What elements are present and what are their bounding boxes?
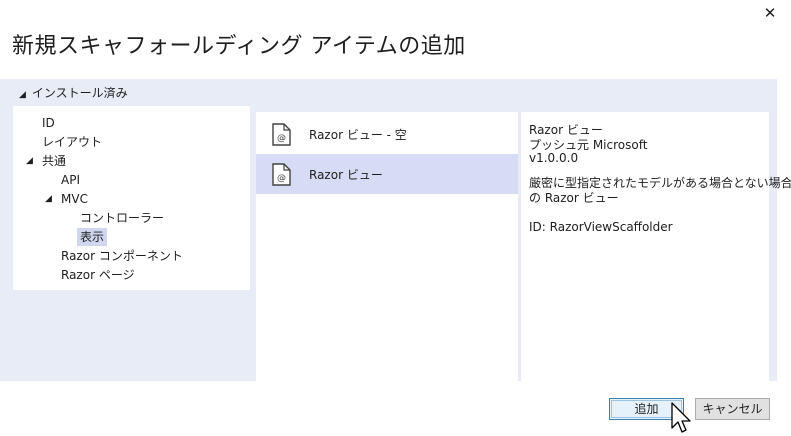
tree-item-label: ID (42, 116, 55, 130)
template-label: Razor ビュー - 空 (309, 128, 407, 142)
dialog-title: 新規スキャフォールディング アイテムの追加 (12, 34, 466, 59)
detail-version: v1.0.0.0 (529, 151, 579, 165)
tree-item-common[interactable]: ◢ 共通 (26, 152, 69, 170)
mouse-cursor-icon (671, 402, 691, 433)
template-label: Razor ビュー (309, 168, 383, 182)
tree-item-label: Razor コンポーネント (61, 249, 183, 263)
tree-item-label: コントローラー (80, 211, 165, 225)
vertical-scrollbar[interactable] (777, 79, 791, 381)
tree-item-label: MVC (61, 192, 88, 206)
tree-item-api[interactable]: API (58, 171, 83, 189)
collapse-triangle-icon: ◢ (19, 90, 26, 100)
tree-item-label: Razor ページ (61, 268, 135, 282)
razor-file-icon: @ (272, 163, 291, 186)
detail-id: ID: RazorViewScaffolder (529, 220, 673, 234)
tree-item-razor-pages[interactable]: Razor ページ (58, 266, 138, 284)
template-item-razor-view-empty[interactable]: @ Razor ビュー - 空 (256, 114, 518, 154)
add-scaffold-dialog: ✕ 新規スキャフォールディング アイテムの追加 ◢ インストール済み ID レイア… (0, 0, 791, 436)
tree-item-id[interactable]: ID (39, 114, 58, 132)
tree-item-mvc[interactable]: ◢ MVC (45, 190, 91, 208)
category-tree: ID レイアウト ◢ 共通 API ◢ MVC コントローラー 表示 Razor… (13, 106, 250, 290)
template-item-razor-view[interactable]: @ Razor ビュー (256, 154, 518, 194)
detail-description-line2: の Razor ビュー (529, 191, 619, 205)
tree-item-view[interactable]: 表示 (77, 228, 108, 246)
tree-item-label: 共通 (42, 154, 67, 168)
svg-text:@: @ (277, 174, 286, 184)
tree-item-label: 表示 (80, 230, 105, 244)
razor-file-icon: @ (272, 123, 291, 146)
tree-item-razor-component[interactable]: Razor コンポーネント (58, 247, 186, 265)
installed-group-header[interactable]: ◢ インストール済み (19, 84, 128, 101)
svg-text:@: @ (277, 134, 286, 144)
close-button[interactable]: ✕ (759, 2, 781, 24)
close-icon: ✕ (763, 4, 777, 22)
tree-item-layout[interactable]: レイアウト (39, 133, 105, 151)
expand-triangle-icon[interactable]: ◢ (45, 191, 52, 207)
installed-group-label: インストール済み (31, 86, 128, 100)
cancel-button[interactable]: キャンセル (695, 398, 770, 420)
details-panel: Razor ビュー プッシュ元 Microsoft v1.0.0.0 厳密に型指… (521, 112, 791, 381)
expand-triangle-icon[interactable]: ◢ (26, 153, 33, 169)
tree-item-label: レイアウト (42, 135, 103, 149)
tree-item-controller[interactable]: コントローラー (77, 209, 167, 227)
template-list: @ Razor ビュー - 空 @ Razor ビュー (256, 112, 518, 381)
tree-item-label: API (61, 173, 80, 187)
